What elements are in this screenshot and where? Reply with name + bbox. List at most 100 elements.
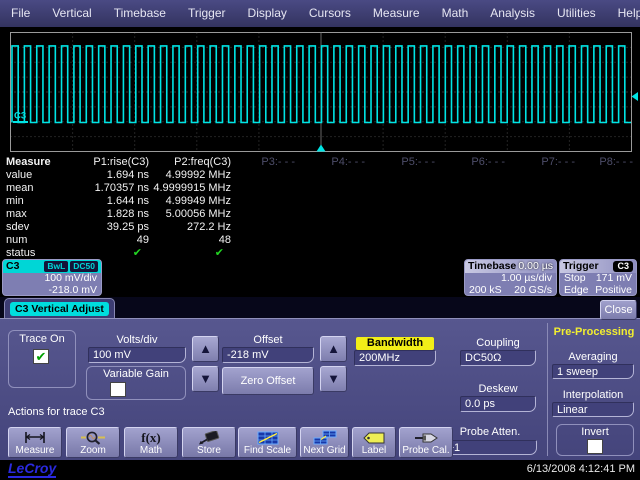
measure-value-p6-mean bbox=[438, 182, 508, 195]
trigger-type: Edge bbox=[564, 285, 589, 297]
measure-value-p7-value bbox=[508, 169, 578, 182]
trigger-mode: Stop bbox=[564, 273, 586, 285]
measure-header-p4[interactable]: P4:- - - bbox=[298, 156, 368, 169]
bandwidth-field[interactable]: 200MHz bbox=[354, 350, 436, 366]
trigger-source-badge: C3 bbox=[613, 261, 633, 272]
measure-header-p6[interactable]: P6:- - - bbox=[438, 156, 508, 169]
coupling-field[interactable]: DC50Ω bbox=[460, 350, 536, 366]
variable-gain-label: Variable Gain bbox=[86, 368, 186, 380]
menu-bar: FileVerticalTimebaseTriggerDisplayCursor… bbox=[0, 0, 640, 27]
close-button[interactable]: Close bbox=[600, 300, 637, 320]
trigger-type-row: Edge Positive bbox=[560, 285, 636, 297]
measure-value-p3-mean bbox=[234, 182, 298, 195]
timebase-scale-row: 1.00 µs/div bbox=[465, 273, 556, 285]
measure-button[interactable]: Measure bbox=[8, 427, 62, 458]
actions-for-trace-label: Actions for trace C3 bbox=[8, 406, 105, 418]
menu-item-display[interactable]: Display bbox=[237, 0, 298, 27]
offset-up-button[interactable]: ▲ bbox=[320, 336, 347, 362]
math-icon: f(x) bbox=[141, 430, 161, 445]
tab-c3-vertical-adjust[interactable]: C3 Vertical Adjust bbox=[4, 298, 115, 318]
measure-value-p6-max bbox=[438, 207, 508, 220]
action-button-label: Probe Cal. bbox=[402, 445, 449, 456]
measure-row-label-num: num bbox=[0, 234, 60, 247]
measure-value-p7-max bbox=[508, 207, 578, 220]
probe-atten-label: Probe Atten. bbox=[443, 426, 537, 438]
measure-value-p2-num: 48 bbox=[152, 234, 234, 247]
measure-row-label-max: max bbox=[0, 208, 60, 221]
bandwidth-label: Bandwidth bbox=[356, 337, 434, 350]
volts-div-down-button[interactable]: ▼ bbox=[192, 366, 219, 392]
menu-item-file[interactable]: File bbox=[0, 0, 41, 27]
zero-offset-button[interactable]: Zero Offset bbox=[222, 367, 314, 395]
invert-checkbox[interactable] bbox=[587, 439, 603, 454]
measure-header-p1[interactable]: P1:rise(C3) bbox=[60, 156, 152, 169]
menu-item-trigger[interactable]: Trigger bbox=[177, 0, 237, 27]
measure-header-p2[interactable]: P2:freq(C3) bbox=[152, 156, 234, 169]
interpolation-field[interactable]: Linear bbox=[552, 402, 634, 417]
measure-value-p4-num bbox=[298, 233, 368, 246]
measure-value-p1-num: 49 bbox=[60, 234, 152, 247]
c3-trace[interactable] bbox=[12, 46, 631, 123]
zoom-button[interactable]: Zoom bbox=[66, 427, 120, 458]
probe-atten-field[interactable]: ÷1 bbox=[443, 440, 537, 455]
variable-gain-checkbox[interactable] bbox=[110, 382, 126, 397]
invert-label: Invert bbox=[556, 426, 634, 438]
menu-item-measure[interactable]: Measure bbox=[362, 0, 431, 27]
label-icon bbox=[361, 430, 387, 445]
menu-item-math[interactable]: Math bbox=[431, 0, 480, 27]
math-button[interactable]: f(x)Math bbox=[124, 427, 178, 458]
measure-value-p8-mean bbox=[578, 182, 636, 195]
averaging-field[interactable]: 1 sweep bbox=[552, 364, 634, 379]
measure-header-p7[interactable]: P7:- - - bbox=[508, 156, 578, 169]
trace-on-checkbox[interactable]: ✔ bbox=[33, 349, 49, 364]
menu-item-timebase[interactable]: Timebase bbox=[103, 0, 177, 27]
measure-value-p2-max: 5.00056 MHz bbox=[152, 208, 234, 221]
menu-item-vertical[interactable]: Vertical bbox=[41, 0, 102, 27]
timebase-descriptor[interactable]: Timebase 0.00 µs 1.00 µs/div 200 kS 20 G… bbox=[464, 259, 557, 296]
volts-div-up-button[interactable]: ▲ bbox=[192, 336, 219, 362]
measure-header-p5[interactable]: P5:- - - bbox=[368, 156, 438, 169]
label-button[interactable]: Label bbox=[352, 427, 396, 458]
store-button[interactable]: Store bbox=[182, 427, 236, 458]
probe-cal-button[interactable]: Probe Cal. bbox=[399, 427, 453, 458]
store-icon bbox=[197, 430, 221, 445]
trigger-level-marker[interactable] bbox=[632, 92, 639, 101]
menu-item-utilities[interactable]: Utilities bbox=[546, 0, 607, 27]
measure-value-p7-mean bbox=[508, 182, 578, 195]
find-scale-button[interactable]: Find Scale bbox=[238, 427, 297, 458]
menu-item-cursors[interactable]: Cursors bbox=[298, 0, 362, 27]
measure-value-p8-value bbox=[578, 169, 636, 182]
deskew-field[interactable]: 0.0 ps bbox=[460, 396, 536, 412]
trigger-level: 171 mV bbox=[596, 273, 632, 285]
measure-icon bbox=[22, 430, 48, 445]
action-button-label: Next Grid bbox=[303, 445, 345, 456]
timebase-samples: 200 kS bbox=[469, 285, 502, 297]
bandwidth-limit-badge: BwL bbox=[44, 261, 68, 272]
measure-header-p8[interactable]: P8:- - - bbox=[578, 156, 636, 169]
trigger-time-marker[interactable] bbox=[317, 145, 326, 152]
action-button-label: Measure bbox=[16, 445, 55, 456]
timebase-scale: 1.00 µs/div bbox=[501, 273, 552, 285]
action-button-label: Zoom bbox=[80, 445, 106, 456]
menu-item-analysis[interactable]: Analysis bbox=[479, 0, 546, 27]
next-grid-button[interactable]: Next Grid bbox=[300, 427, 349, 458]
measure-header-p3[interactable]: P3:- - - bbox=[234, 156, 298, 169]
menu-item-help[interactable]: Help bbox=[607, 0, 640, 27]
measure-value-p4-min bbox=[298, 194, 368, 207]
measure-value-p4-sdev bbox=[298, 220, 368, 233]
measure-column-p8: P8:- - - bbox=[578, 156, 636, 258]
measure-value-p3-max bbox=[234, 207, 298, 220]
offset-field[interactable]: -218 mV bbox=[222, 347, 314, 363]
measure-value-p1-min: 1.644 ns bbox=[60, 195, 152, 208]
channel-c3-descriptor[interactable]: C3 BwL DC50 100 mV/div -218.0 mV bbox=[2, 259, 102, 296]
trigger-descriptor[interactable]: Trigger C3 Stop 171 mV Edge Positive bbox=[559, 259, 637, 296]
measure-column-p6: P6:- - - bbox=[438, 156, 508, 258]
volts-div-field[interactable]: 100 mV bbox=[88, 347, 186, 363]
waveform-display[interactable]: C3 bbox=[0, 27, 640, 156]
channel-offset: -218.0 mV bbox=[49, 285, 97, 297]
channel-name: C3 bbox=[6, 260, 19, 273]
measure-value-p5-num bbox=[368, 233, 438, 246]
averaging-label: Averaging bbox=[552, 351, 634, 363]
preprocessing-title: Pre-Processing bbox=[550, 326, 638, 338]
offset-down-button[interactable]: ▼ bbox=[320, 366, 347, 392]
